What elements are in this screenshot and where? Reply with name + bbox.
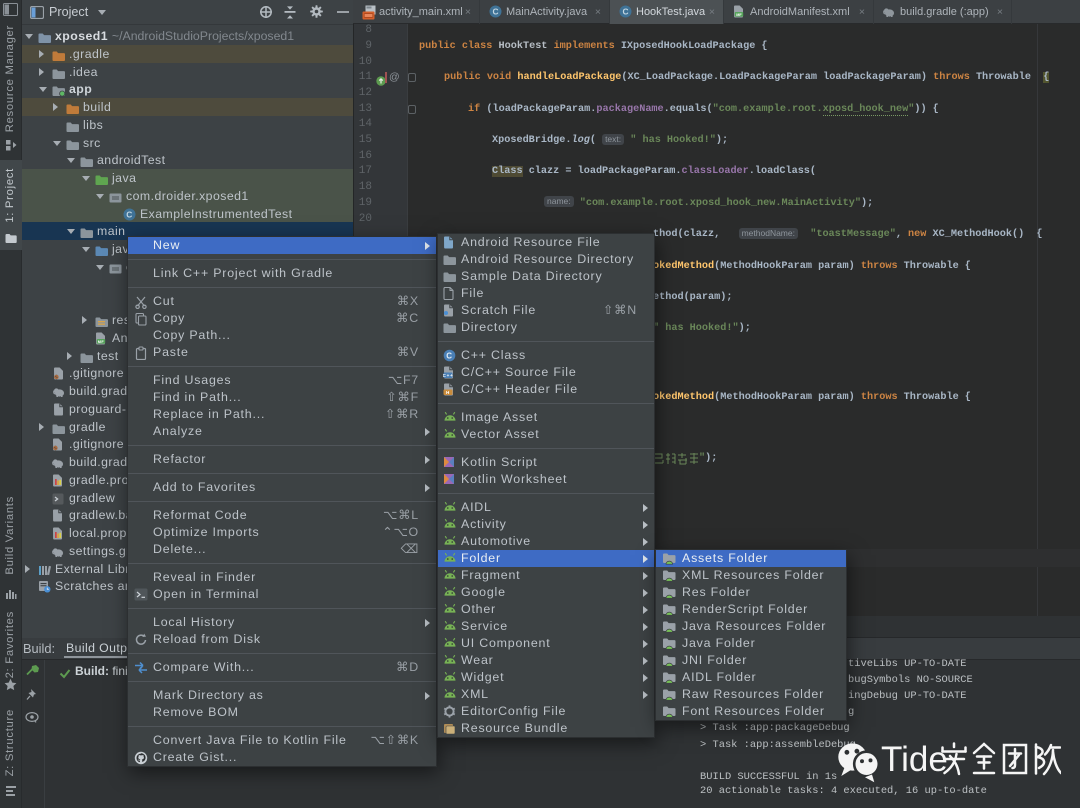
svg-text:C: C — [126, 209, 133, 219]
svg-text:MF: MF — [736, 13, 742, 17]
svg-text:MF: MF — [98, 340, 105, 344]
svg-text:C: C — [492, 7, 498, 17]
svg-text:C: C — [622, 7, 628, 17]
svg-text:H: H — [446, 390, 450, 395]
svg-text:C: C — [446, 351, 453, 360]
svg-text:C++: C++ — [443, 373, 454, 378]
